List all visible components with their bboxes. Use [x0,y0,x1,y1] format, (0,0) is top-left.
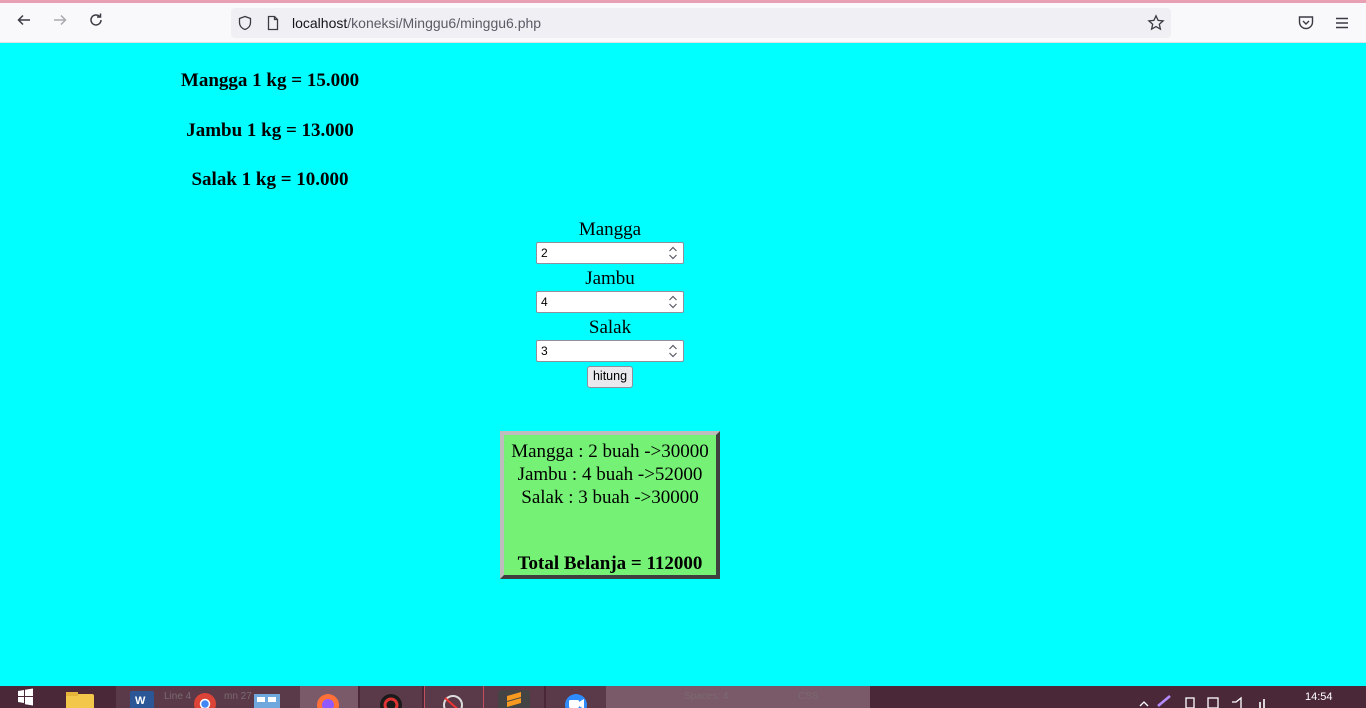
label-jambu: Jambu [585,268,635,289]
url-text[interactable]: localhost/koneksi/Minggu6/minggu6.php [292,15,541,31]
taskbar-clock: 14:54 [1305,691,1333,703]
result-box: Mangga : 2 buah ->30000 Jambu : 4 buah -… [500,431,720,579]
star-icon[interactable] [1147,14,1165,32]
jambu-number-input[interactable]: 4 [536,291,684,313]
status-bar-strip [606,686,870,708]
label-salak: Salak [588,317,632,338]
file-explorer-icon[interactable] [62,686,98,708]
jambu-value: 4 [541,295,548,309]
taskbar: W Line 4 mn 27 Spaces: 4 CSS 14:54 [0,686,1366,708]
mangga-value: 2 [541,246,548,260]
svg-text:W: W [135,695,146,707]
url-path: /koneksi/Minggu6/minggu6.php [347,15,542,31]
system-tray-icons[interactable] [1136,686,1286,708]
result-line-jambu: Jambu : 4 buah ->52000 [517,464,703,485]
result-line-mangga: Mangga : 2 buah ->30000 [511,441,709,462]
status-column-text: mn 27 [224,691,252,702]
word-icon[interactable]: W [126,686,158,708]
sublime-text-taskbar-button[interactable] [484,686,544,708]
arrow-left-icon [16,12,32,33]
zoom-taskbar-button[interactable] [546,686,606,708]
spinner-icon[interactable] [665,342,681,360]
snipping-tool-taskbar-button[interactable] [424,686,484,708]
shield-icon[interactable] [237,15,253,31]
total-belanja: Total Belanja = 112000 [517,553,703,574]
hamburger-menu-icon[interactable] [1333,14,1351,32]
order-form: Mangga 2 Jambu 4 Salak 3 hitung [480,217,740,388]
control-panel-icon[interactable] [250,686,284,708]
url-host: localhost [292,15,348,31]
hitung-button[interactable]: hitung [586,366,634,388]
spinner-icon[interactable] [665,293,681,311]
label-mangga: Mangga [578,219,642,240]
reload-button[interactable] [81,7,111,37]
pocket-icon[interactable] [1297,14,1315,32]
chrome-icon[interactable] [188,686,222,708]
browser-toolbar: localhost/koneksi/Minggu6/minggu6.php [0,3,1366,43]
forward-button[interactable] [45,7,75,37]
price-mangga: Mangga 1 kg = 15.000 [180,70,360,91]
salak-number-input[interactable]: 3 [536,340,684,362]
back-button[interactable] [9,7,39,37]
windows-start-icon[interactable] [10,686,40,708]
price-jambu: Jambu 1 kg = 13.000 [186,120,354,141]
gear-app-taskbar-button[interactable] [360,686,422,708]
price-salak: Salak 1 kg = 10.000 [191,169,349,190]
page-icon[interactable] [265,15,281,31]
reload-icon [88,12,104,33]
mangga-number-input[interactable]: 2 [536,242,684,264]
result-line-salak: Salak : 3 buah ->30000 [521,487,699,508]
address-bar[interactable]: localhost/koneksi/Minggu6/minggu6.php [231,8,1171,38]
firefox-taskbar-button[interactable] [300,686,358,708]
salak-value: 3 [541,344,548,358]
spinner-icon[interactable] [665,244,681,262]
status-spaces-text: Spaces: 4 [684,691,729,702]
status-syntax-text: CSS [798,691,819,702]
arrow-right-icon [52,12,68,33]
